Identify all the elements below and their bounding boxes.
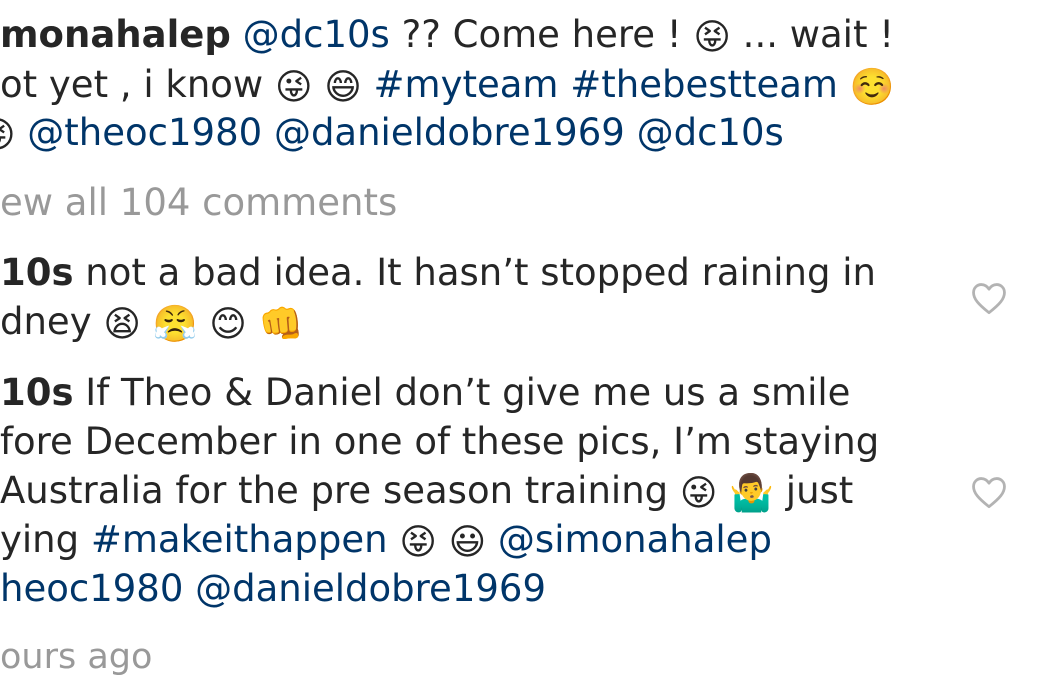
post-timestamp: ours ago (0, 637, 153, 677)
steam-face-emoji-icon: 😤 (152, 304, 198, 345)
wink-tongue-emoji-icon: 😜 (679, 473, 718, 514)
comment-text: dney (0, 300, 104, 343)
mention-simonahalep[interactable]: @simonahalep (498, 518, 772, 561)
comment-2-line-3: Australia for the pre season training 😜 … (0, 466, 853, 516)
heart-outline-icon (972, 477, 1006, 509)
comment-1-line-1: 10s not a bad idea. It hasn’t stopped ra… (0, 248, 876, 298)
hashtag-makeithappen[interactable]: #makeithappen (91, 518, 388, 561)
heart-outline-icon (972, 283, 1006, 315)
comment-2-line-1: 10s If Theo & Daniel don’t give me us a … (0, 368, 850, 418)
comment-text: just (774, 469, 854, 512)
caption-line-3: 😜 @theoc1980 @danieldobre1969 @dc10s (0, 108, 784, 158)
wink-tongue-emoji-icon: 😜 (0, 115, 16, 156)
comment-author[interactable]: 10s (0, 251, 74, 294)
mention-theoc1980[interactable]: @theoc1980 (27, 111, 262, 154)
hashtag-thebestteam[interactable]: #thebestteam (570, 63, 838, 106)
comment-text: If Theo & Daniel don’t give me us a smil… (73, 371, 851, 414)
caption-mention-dc10s[interactable]: @dc10s (243, 13, 390, 56)
caption-line-1: monahalep @dc10s ?? Come here ! 😝 ... wa… (0, 10, 894, 60)
tongue-squint-emoji-icon: 😝 (693, 17, 731, 58)
like-comment-2-button[interactable] (970, 475, 1008, 509)
mention-danieldobre1969[interactable]: @danieldobre1969 (274, 111, 625, 154)
caption-author[interactable]: monahalep (0, 13, 231, 56)
smiling-emoji-icon: ☺️ (849, 67, 895, 108)
smiley-emoji-icon: 😃 (448, 522, 487, 563)
comment-text: Australia for the pre season training (0, 469, 680, 512)
comment-2-line-4: ying #makeithappen 😝 😃 @simonahalep (0, 515, 772, 565)
comment-1-line-2: dney 😫 😤 😊 👊 (0, 297, 303, 347)
comment-author[interactable]: 10s (0, 371, 74, 414)
grin-emoji-icon: 😄 (324, 67, 362, 108)
hashtag-myteam[interactable]: #myteam (374, 63, 559, 106)
fist-bump-emoji-icon: 👊 (258, 304, 304, 345)
comment-text: ying (0, 518, 91, 561)
caption-line-2: ot yet , i know 😜 😄 #myteam #thebestteam… (0, 60, 895, 110)
caption-text: ... wait ! (730, 13, 895, 56)
blush-emoji-icon: 😊 (209, 304, 247, 345)
comments-panel: monahalep @dc10s ?? Come here ! 😝 ... wa… (0, 0, 1050, 700)
shrug-emoji-icon: 🤷‍♂️ (729, 473, 775, 514)
like-comment-1-button[interactable] (970, 281, 1008, 315)
tired-face-emoji-icon: 😫 (103, 304, 141, 345)
mention-dc10s[interactable]: @dc10s (637, 111, 784, 154)
view-all-comments-link[interactable]: ew all 104 comments (0, 178, 397, 228)
tongue-squint-emoji-icon: 😝 (399, 522, 437, 563)
comment-2-line-2: fore December in one of these pics, I’m … (0, 420, 880, 463)
caption-text: ot yet , i know (0, 63, 275, 106)
caption-text: ?? Come here ! (389, 13, 694, 56)
comment-2-line-5[interactable]: heoc1980 @danieldobre1969 (0, 564, 546, 614)
comment-text: not a bad idea. It hasn’t stopped rainin… (73, 251, 876, 294)
wink-tongue-emoji-icon: 😜 (274, 67, 313, 108)
